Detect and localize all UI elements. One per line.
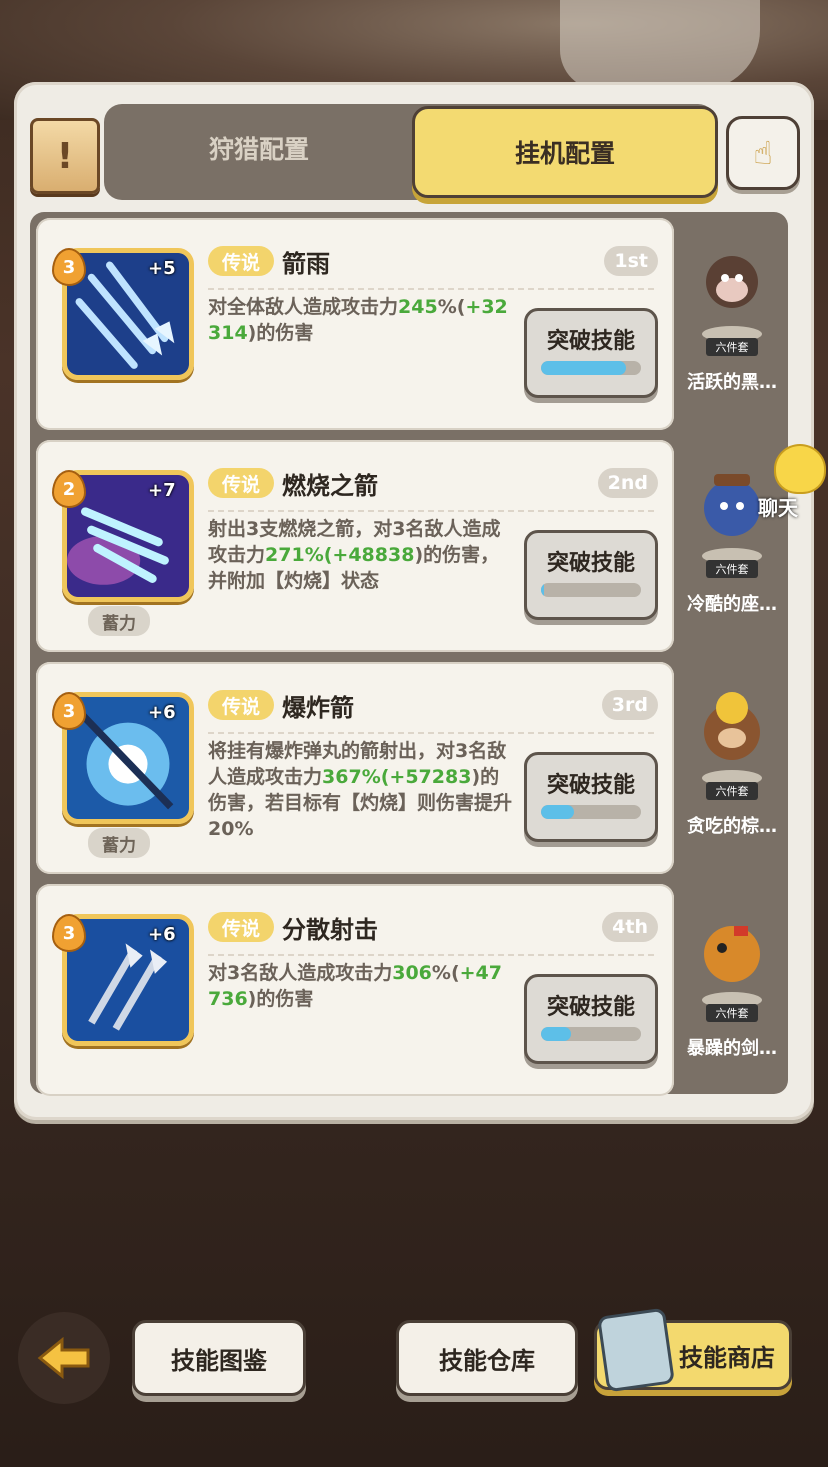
rank-badge: 2nd (597, 468, 658, 498)
skill-card: 3 +6 传说 分散射击 4th 对3名敌人造成攻击力306%(+47736)的… (36, 884, 674, 1096)
charge-tag: 蓄力 (88, 606, 150, 636)
breakthrough-skill-button[interactable]: 突破技能 (524, 974, 658, 1064)
rarity-badge: 传说 (208, 912, 274, 942)
skill-description: 对全体敌人造成攻击力245%(+32314)的伤害 (208, 296, 508, 344)
breakthrough-progress-bar (541, 583, 641, 597)
set-tag: 六件套 (706, 782, 758, 800)
hand-help-icon[interactable]: ☝ (726, 116, 800, 190)
divider (208, 732, 654, 734)
divider (208, 954, 654, 956)
rank-badge: 4th (602, 912, 658, 942)
background-decoration (560, 0, 760, 90)
skill-description: 射出3支燃烧之箭，对3名敌人造成攻击力271%(+48838)的伤害，并附加【灼… (208, 518, 501, 592)
skill-level-badge: 2 (52, 470, 86, 508)
skill-name: 爆炸箭 (282, 694, 354, 722)
skill-plus-badge: +5 (148, 258, 176, 279)
breakthrough-skill-button[interactable]: 突破技能 (524, 308, 658, 398)
skill-description: 对3名敌人造成攻击力306%(+47736)的伤害 (208, 962, 503, 1010)
config-tab-bar: 狩猎配置 挂机配置 (104, 104, 718, 200)
skill-plus-badge: +7 (148, 480, 176, 501)
breakthrough-skill-button[interactable]: 突破技能 (524, 530, 658, 620)
rarity-badge: 传说 (208, 246, 274, 276)
skill-card: 3 +6 蓄力 传说 爆炸箭 3rd 将挂有爆炸弹丸的箭射出，对3名敌人造成攻击… (36, 662, 674, 874)
pet-bear-image (692, 682, 772, 790)
pet-slot[interactable]: 六件套 贪吃的棕… (678, 672, 786, 872)
chat-button[interactable]: 聊天 (752, 444, 828, 520)
tab-hunt-config[interactable]: 狩猎配置 (104, 104, 414, 192)
rarity-badge: 传说 (208, 690, 274, 720)
pet-cat-image (692, 904, 772, 1012)
pet-boar-image (692, 238, 772, 346)
back-button[interactable] (18, 1312, 110, 1404)
skill-shop-label: 技能商店 (679, 1343, 775, 1372)
skill-name: 分散射击 (282, 916, 378, 944)
skill-compendium-button[interactable]: 技能图鉴 (132, 1320, 306, 1396)
skill-name: 箭雨 (282, 250, 330, 278)
pet-name: 冷酷的座… (687, 594, 777, 615)
divider (208, 288, 654, 290)
rarity-badge: 传说 (208, 468, 274, 498)
skill-name: 燃烧之箭 (282, 472, 378, 500)
skill-book-icon (597, 1307, 675, 1393)
rank-badge: 3rd (601, 690, 658, 720)
pet-name: 活跃的黑… (687, 372, 777, 393)
quest-scroll-icon[interactable]: ! (30, 118, 100, 194)
skill-card: 2 +7 蓄力 传说 燃烧之箭 2nd 射出3支燃烧之箭，对3名敌人造成攻击力2… (36, 440, 674, 652)
tab-idle-config[interactable]: 挂机配置 (412, 106, 718, 198)
skill-warehouse-button[interactable]: 技能仓库 (396, 1320, 578, 1396)
set-tag: 六件套 (706, 338, 758, 356)
skill-plus-badge: +6 (148, 702, 176, 723)
divider (208, 510, 654, 512)
back-arrow-icon (37, 1336, 90, 1380)
set-tag: 六件套 (706, 560, 758, 578)
smiley-icon (774, 444, 826, 494)
pet-name: 贪吃的棕… (687, 816, 777, 837)
breakthrough-skill-button[interactable]: 突破技能 (524, 752, 658, 842)
skill-card: 3 +5 传说 箭雨 1st 对全体敌人造成攻击力245%(+32314)的伤害… (36, 218, 674, 430)
rank-badge: 1st (604, 246, 658, 276)
breakthrough-progress-bar (541, 805, 641, 819)
breakthrough-progress-bar (541, 1027, 641, 1041)
skill-level-badge: 3 (52, 692, 86, 730)
pet-slot[interactable]: 六件套 暴躁的剑… (678, 894, 786, 1094)
skill-description: 将挂有爆炸弹丸的箭射出，对3名敌人造成攻击力367%(+57283)的伤害，若目… (208, 740, 513, 840)
skill-level-badge: 3 (52, 248, 86, 286)
charge-tag: 蓄力 (88, 828, 150, 858)
skill-plus-badge: +6 (148, 924, 176, 945)
pet-name: 暴躁的剑… (687, 1038, 777, 1059)
breakthrough-progress-bar (541, 361, 641, 375)
set-tag: 六件套 (706, 1004, 758, 1022)
pet-slot[interactable]: 六件套 活跃的黑… (678, 228, 786, 428)
skill-level-badge: 3 (52, 914, 86, 952)
